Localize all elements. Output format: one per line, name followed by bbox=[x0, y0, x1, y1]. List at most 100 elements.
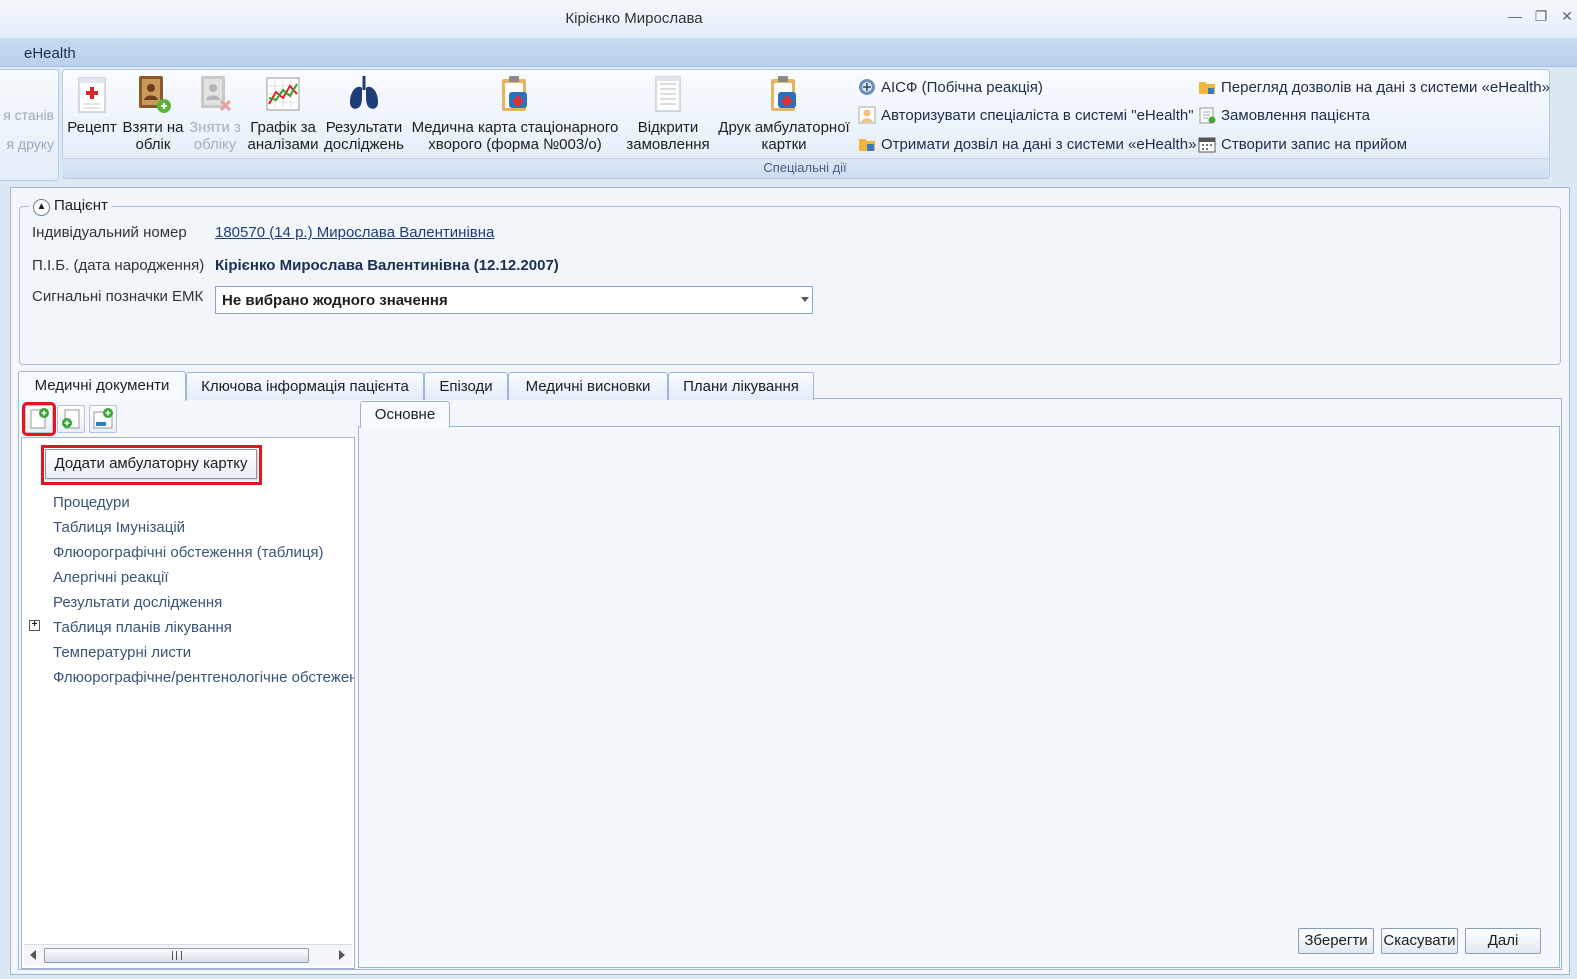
register-book-icon bbox=[139, 76, 171, 113]
close-icon[interactable]: ✕ bbox=[1557, 8, 1577, 28]
ribbon-clipped-label-1[interactable]: я станів bbox=[3, 107, 54, 123]
print-card-label-1: Друк амбулаторної bbox=[718, 119, 850, 136]
scroll-right-icon[interactable] bbox=[339, 950, 345, 960]
lungs-icon bbox=[350, 76, 378, 109]
add-attached-document-button[interactable] bbox=[57, 405, 85, 433]
scrollbar-thumb[interactable] bbox=[44, 948, 309, 963]
tab-key-patient-info[interactable]: Ключова інформація пацієнта bbox=[186, 372, 424, 400]
chevron-down-icon[interactable] bbox=[801, 297, 809, 302]
emblem-icon bbox=[859, 79, 875, 95]
add-record-button[interactable] bbox=[89, 405, 117, 433]
tree-item-research-results[interactable]: Результати дослідження bbox=[53, 594, 222, 611]
tab-episodes[interactable]: Епізоди bbox=[424, 372, 508, 400]
add-outpatient-card-button[interactable] bbox=[22, 402, 56, 436]
view-permissions-button[interactable]: Перегляд дозволів на дані з системи «eHe… bbox=[1198, 78, 1550, 96]
minimize-icon[interactable]: — bbox=[1505, 8, 1525, 28]
order-icon bbox=[1199, 107, 1216, 124]
permission-folder-icon bbox=[859, 139, 875, 151]
tab-treatment-plans[interactable]: Плани лікування bbox=[668, 372, 814, 400]
tree-horizontal-scrollbar[interactable] bbox=[24, 944, 352, 965]
chart-icon bbox=[266, 77, 300, 111]
full-name-value: Кірієнко Мирослава Валентинівна (12.12.2… bbox=[215, 257, 559, 274]
aisf-label: АІСФ (Побічна реакція) bbox=[881, 79, 1043, 96]
full-name-label: П.І.Б. (дата народження) bbox=[32, 257, 205, 274]
unregister-button[interactable]: Зняти з обліку bbox=[186, 74, 244, 153]
print-outpatient-card-button[interactable]: Друк амбулаторної картки bbox=[715, 74, 853, 153]
tree-item-treatment-plans-table[interactable]: Таблиця планів лікування bbox=[53, 619, 232, 636]
inpatient-card-label-1: Медична карта стаціонарного bbox=[411, 119, 619, 136]
documents-toolbar bbox=[22, 402, 352, 436]
window-title: Кірієнко Мирослава bbox=[565, 10, 703, 27]
document-editor-pane bbox=[358, 426, 1560, 968]
patient-legend-label: Пацієнт bbox=[54, 197, 108, 214]
analysis-chart-label-1: Графік за bbox=[250, 119, 316, 136]
inpatient-card-button[interactable]: Медична карта стаціонарного хворого (фор… bbox=[410, 74, 620, 153]
grip-icon bbox=[172, 951, 182, 960]
research-results-label-2: досліджень bbox=[324, 136, 404, 153]
emk-signals-select[interactable]: Не вибрано жодного значення bbox=[215, 286, 813, 314]
medical-card-icon bbox=[502, 76, 527, 111]
documents-tree: Процедури Таблиця Імунізацій Флюорографі… bbox=[21, 437, 355, 969]
print-card-icon bbox=[771, 76, 796, 111]
tree-item-immunization-table[interactable]: Таблиця Імунізацій bbox=[53, 519, 185, 536]
register-label-1: Взяти на bbox=[122, 119, 184, 136]
unregister-icon bbox=[201, 76, 232, 112]
analysis-chart-label-2: аналізами bbox=[247, 136, 319, 153]
scroll-left-icon[interactable] bbox=[30, 950, 36, 960]
prescription-label: Рецепт bbox=[67, 119, 117, 136]
register-button[interactable]: Взяти на облік bbox=[121, 74, 185, 153]
subtab-main[interactable]: Основне bbox=[360, 401, 450, 428]
inpatient-card-label-2: хворого (форма №003/о) bbox=[428, 136, 602, 153]
user-auth-icon bbox=[858, 106, 876, 124]
print-card-label-2: картки bbox=[761, 136, 807, 153]
authorize-specialist-button[interactable]: Авторизувати спеціаліста в системі "eHea… bbox=[858, 106, 1194, 124]
ribbon-group-label: Спеціальні дії bbox=[62, 158, 1548, 178]
patient-order-label: Замовлення пацієнта bbox=[1221, 107, 1371, 124]
research-results-label-1: Результати bbox=[325, 119, 403, 136]
aisf-adverse-reaction-button[interactable]: АІСФ (Побічна реакція) bbox=[858, 78, 1043, 96]
menu-ehealth[interactable]: eHealth bbox=[24, 45, 76, 62]
tab-medical-conclusions[interactable]: Медичні висновки bbox=[508, 372, 668, 400]
add-record-icon bbox=[93, 408, 113, 429]
individual-number-link[interactable]: 180570 (14 р.) Мирослава Валентинівна bbox=[215, 224, 494, 241]
restore-icon[interactable]: ❐ bbox=[1531, 8, 1551, 28]
attach-document-icon bbox=[62, 409, 80, 429]
prescription-icon bbox=[78, 77, 106, 113]
ribbon-clipped-label-2[interactable]: я друку bbox=[6, 136, 54, 152]
tree-item-temperature-sheets[interactable]: Температурні листи bbox=[53, 644, 191, 661]
save-button[interactable]: Зберегти bbox=[1298, 928, 1374, 954]
register-label-2: облік bbox=[135, 136, 171, 153]
open-order-label-1: Відкрити bbox=[637, 119, 699, 136]
open-order-label-2: замовлення bbox=[626, 136, 710, 153]
emk-signals-value: Не вибрано жодного значення bbox=[222, 292, 448, 309]
create-appointment-label: Створити запис на прийом bbox=[1221, 136, 1408, 153]
create-appointment-button[interactable]: Створити запис на прийом bbox=[1198, 135, 1407, 153]
tree-item-fluorography-table[interactable]: Флюорографічні обстеження (таблиця) bbox=[53, 544, 324, 561]
view-permissions-label: Перегляд дозволів на дані з системи «eHe… bbox=[1221, 79, 1550, 96]
tree-item-allergic-reactions[interactable]: Алергічні реакції bbox=[53, 569, 169, 586]
tree-item-fluorography-xray-exam[interactable]: Флюорографічне/рентгенологічне обстеженн… bbox=[53, 669, 354, 686]
next-button[interactable]: Далі bbox=[1465, 928, 1541, 954]
get-permission-button[interactable]: Отримати дозвіл на дані з системи «eHeal… bbox=[858, 135, 1196, 153]
tooltip-highlight bbox=[41, 445, 262, 485]
individual-number-label: Індивідуальний номер bbox=[32, 224, 187, 241]
prescription-button[interactable]: Рецепт bbox=[66, 74, 118, 136]
document-icon bbox=[655, 76, 681, 112]
collapse-icon[interactable]: ▲ bbox=[33, 199, 50, 216]
tree-item-procedures[interactable]: Процедури bbox=[53, 494, 130, 511]
emk-signals-label: Сигнальні позначки ЕМК bbox=[32, 288, 204, 305]
cancel-button[interactable]: Скасувати bbox=[1381, 928, 1458, 954]
patient-order-button[interactable]: Замовлення пацієнта bbox=[1198, 106, 1370, 124]
menu-bar bbox=[0, 38, 1577, 67]
patient-legend[interactable]: ▲ Пацієнт bbox=[29, 197, 112, 216]
calendar-icon bbox=[1198, 137, 1216, 153]
get-permission-label: Отримати дозвіл на дані з системи «eHeal… bbox=[881, 136, 1197, 153]
analysis-chart-button[interactable]: Графік за аналізами bbox=[247, 74, 319, 153]
research-results-button[interactable]: Результати досліджень bbox=[323, 74, 405, 153]
expand-icon[interactable]: + bbox=[29, 620, 40, 631]
unregister-label-2: обліку bbox=[193, 136, 237, 153]
ribbon-group-clipped: я станів я друку bbox=[0, 69, 59, 181]
tab-medical-documents[interactable]: Медичні документи bbox=[18, 371, 186, 401]
authorize-specialist-label: Авторизувати спеціаліста в системі "eHea… bbox=[881, 107, 1194, 124]
open-order-button[interactable]: Відкрити замовлення bbox=[624, 74, 712, 153]
